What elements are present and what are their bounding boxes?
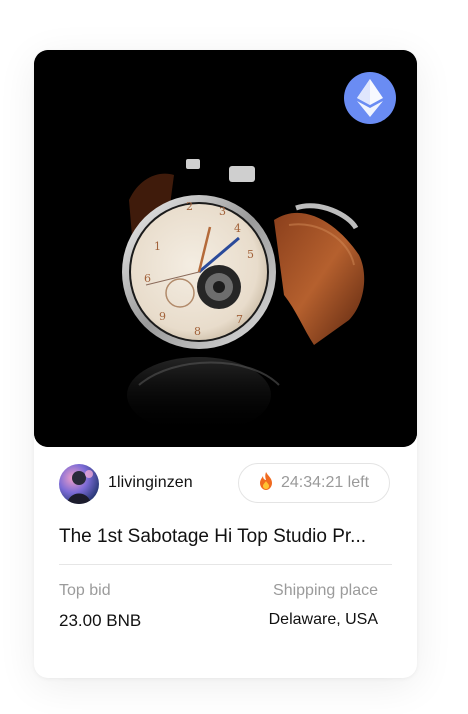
svg-text:5: 5 — [247, 248, 254, 261]
svg-text:3: 3 — [219, 205, 226, 218]
svg-text:7: 7 — [236, 313, 243, 326]
shipping-value: Delaware, USA — [268, 611, 378, 628]
countdown-badge: 24:34:21 left — [238, 463, 390, 503]
svg-text:9: 9 — [159, 310, 166, 323]
avatar[interactable] — [59, 464, 99, 504]
owner-name[interactable]: 1livinginzen — [108, 474, 193, 492]
ethereum-icon[interactable] — [344, 72, 396, 124]
top-bid-value: 23.00 BNB — [59, 611, 142, 630]
svg-text:8: 8 — [194, 325, 201, 338]
owner-row: 1livinginzen 24:34:21 left — [59, 463, 392, 506]
svg-text:4: 4 — [234, 222, 241, 235]
top-bid-label: Top bid — [59, 582, 111, 599]
product-image[interactable]: 2 3 1 6 9 8 7 5 4 — [34, 50, 417, 447]
countdown-text: 24:34:21 left — [280, 474, 370, 491]
shipping-label: Shipping place — [273, 582, 378, 599]
svg-text:2: 2 — [186, 200, 193, 213]
divider — [59, 564, 392, 565]
svg-text:1: 1 — [154, 240, 161, 253]
nft-product-card[interactable]: 2 3 1 6 9 8 7 5 4 1livinginzen 24:34:21 … — [34, 50, 417, 678]
product-title[interactable]: The 1st Sabotage Hi Top Studio Pr... — [59, 526, 399, 548]
svg-text:6: 6 — [144, 272, 151, 285]
fire-icon — [259, 471, 273, 495]
